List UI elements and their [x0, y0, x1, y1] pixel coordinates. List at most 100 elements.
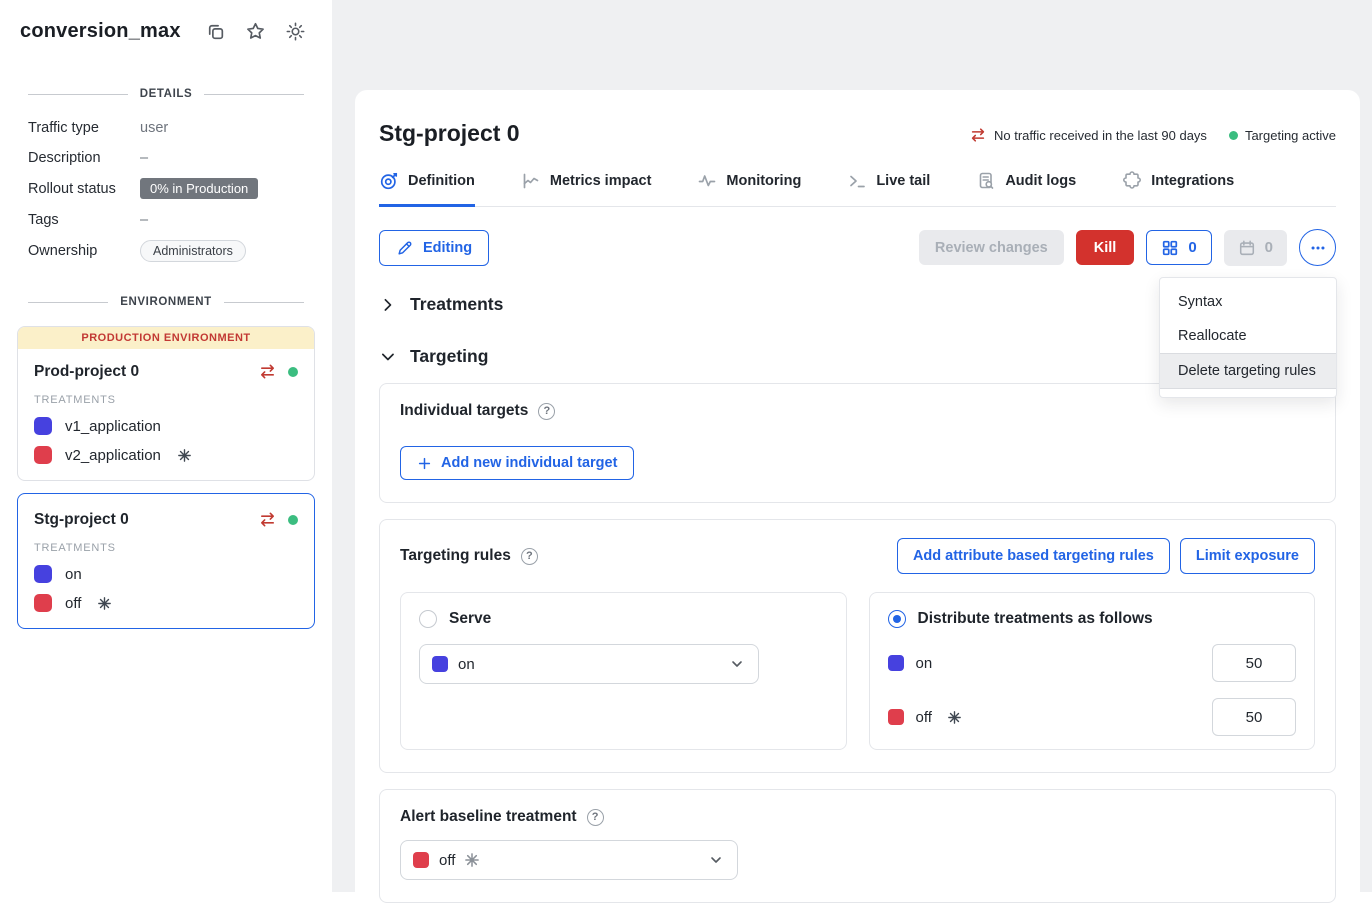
- distribute-option-panel: Distribute treatments as follows on off: [869, 592, 1316, 750]
- distribute-radio[interactable]: [888, 610, 906, 628]
- environment-section-label: ENVIRONMENT: [120, 296, 212, 308]
- limit-exposure-button[interactable]: Limit exposure: [1180, 538, 1315, 574]
- traffic-swap-icon: [258, 362, 277, 381]
- help-icon[interactable]: [538, 403, 555, 420]
- plus-icon: [417, 456, 432, 471]
- environment-name: Prod-project 0: [34, 363, 139, 381]
- tab-integrations[interactable]: Integrations: [1122, 171, 1234, 207]
- flag-name-title: conversion_max: [20, 20, 181, 43]
- individual-targets-panel: Individual targets Add new individual ta…: [379, 383, 1336, 503]
- targeting-status: Targeting active: [1229, 128, 1336, 143]
- treatments-label: TREATMENTS: [34, 542, 298, 554]
- treatment-label: on: [65, 566, 82, 583]
- treatment-swatch: [888, 655, 904, 671]
- alert-baseline-select[interactable]: off: [400, 840, 738, 880]
- detail-row-tags: Tags –: [0, 210, 332, 229]
- serve-option-panel: Serve on: [400, 592, 847, 750]
- environment-name: Stg-project 0: [34, 511, 129, 529]
- alert-baseline-value: off: [439, 852, 455, 869]
- tab-label: Monitoring: [726, 173, 801, 189]
- header-actions: [205, 21, 306, 42]
- traffic-status: No traffic received in the last 90 days: [969, 126, 1207, 144]
- kill-button[interactable]: Kill: [1076, 230, 1135, 265]
- gear-icon[interactable]: [285, 21, 306, 42]
- tab-label: Integrations: [1151, 173, 1234, 189]
- environment-card-prod[interactable]: PRODUCTION ENVIRONMENT Prod-project 0 TR…: [17, 326, 315, 481]
- puzzle-icon: [1122, 171, 1142, 191]
- targeting-section-title: Targeting: [410, 346, 488, 367]
- ownership-pill[interactable]: Administrators: [140, 240, 246, 262]
- menu-item-reallocate[interactable]: Reallocate: [1160, 319, 1336, 353]
- distribute-off-percent-input[interactable]: [1212, 698, 1296, 736]
- treatment-swatch: [888, 709, 904, 725]
- star-icon[interactable]: [245, 21, 266, 42]
- detail-label: Ownership: [28, 243, 140, 259]
- status-dot: [288, 515, 298, 525]
- more-options-button[interactable]: [1299, 229, 1336, 266]
- distribute-label: Distribute treatments as follows: [918, 610, 1153, 628]
- main-backdrop: Stg-project 0 No traffic received in the…: [332, 0, 1372, 892]
- tab-label: Audit logs: [1005, 173, 1076, 189]
- editing-button[interactable]: Editing: [379, 230, 489, 266]
- pulse-icon: [697, 171, 717, 191]
- treatment-label: v1_application: [65, 418, 161, 435]
- treatment-label: off: [65, 595, 81, 612]
- help-icon[interactable]: [587, 809, 604, 826]
- grid-count-button[interactable]: 0: [1146, 230, 1211, 265]
- detail-row-traffic-type: Traffic type user: [0, 118, 332, 137]
- treatment-swatch: [413, 852, 429, 868]
- detail-label: Traffic type: [28, 120, 140, 136]
- tab-live-tail[interactable]: Live tail: [847, 171, 930, 207]
- serve-radio[interactable]: [419, 610, 437, 628]
- divider: [204, 94, 304, 95]
- treatment-swatch: [34, 565, 52, 583]
- chevron-down-icon: [695, 852, 737, 868]
- detail-value: user: [140, 120, 168, 136]
- detail-row-description: Description –: [0, 148, 332, 167]
- treatments-section-title: Treatments: [410, 294, 503, 315]
- tab-definition[interactable]: Definition: [379, 171, 475, 207]
- tab-metrics-impact[interactable]: Metrics impact: [521, 171, 652, 207]
- chevron-down-icon: [379, 348, 396, 365]
- treatment-label: off: [916, 709, 932, 726]
- traffic-status-text: No traffic received in the last 90 days: [994, 128, 1207, 143]
- add-attribute-rules-button[interactable]: Add attribute based targeting rules: [897, 538, 1170, 574]
- page-title: Stg-project 0: [379, 120, 520, 147]
- tab-audit-logs[interactable]: Audit logs: [976, 171, 1076, 207]
- kill-button-label: Kill: [1094, 240, 1117, 256]
- treatment-row: v1_application: [34, 417, 298, 435]
- calendar-count-button[interactable]: 0: [1224, 230, 1287, 266]
- add-individual-target-button[interactable]: Add new individual target: [400, 446, 634, 480]
- detail-label: Tags: [28, 212, 140, 228]
- calendar-icon: [1238, 239, 1256, 257]
- environment-card-stg[interactable]: Stg-project 0 TREATMENTS on o: [17, 493, 315, 629]
- default-treatment-icon: [98, 597, 111, 610]
- help-icon[interactable]: [521, 548, 538, 565]
- detail-row-rollout-status: Rollout status 0% in Production: [0, 178, 332, 199]
- rollout-status-badge: 0% in Production: [140, 178, 258, 199]
- treatment-row: off: [34, 594, 298, 612]
- copy-icon[interactable]: [205, 21, 226, 42]
- add-individual-target-label: Add new individual target: [441, 455, 617, 471]
- tab-bar: Definition Metrics impact Monitoring: [379, 171, 1336, 207]
- more-options-menu: Syntax Reallocate Delete targeting rules: [1159, 277, 1337, 398]
- distribute-on-percent-input[interactable]: [1212, 644, 1296, 682]
- review-changes-button[interactable]: Review changes: [919, 230, 1064, 265]
- tab-label: Metrics impact: [550, 173, 652, 189]
- distribute-row-off: off: [888, 698, 1297, 736]
- tab-monitoring[interactable]: Monitoring: [697, 171, 801, 207]
- targeting-rules-panel: Targeting rules Add attribute based targ…: [379, 519, 1336, 773]
- traffic-swap-icon: [258, 510, 277, 529]
- treatment-swatch: [34, 446, 52, 464]
- serve-treatment-select[interactable]: on: [419, 644, 759, 684]
- alert-baseline-title: Alert baseline treatment: [400, 808, 577, 826]
- app-header: conversion_max: [0, 0, 332, 62]
- menu-item-syntax[interactable]: Syntax: [1160, 285, 1336, 319]
- menu-item-delete-targeting-rules[interactable]: Delete targeting rules: [1160, 353, 1336, 389]
- environment-section-header: ENVIRONMENT: [0, 296, 332, 308]
- detail-row-ownership: Ownership Administrators: [0, 240, 332, 262]
- alert-baseline-panel: Alert baseline treatment off: [379, 789, 1336, 903]
- status-dot: [288, 367, 298, 377]
- toolbar: Editing Review changes Kill 0: [379, 229, 1336, 266]
- targeting-rules-title: Targeting rules: [400, 547, 511, 565]
